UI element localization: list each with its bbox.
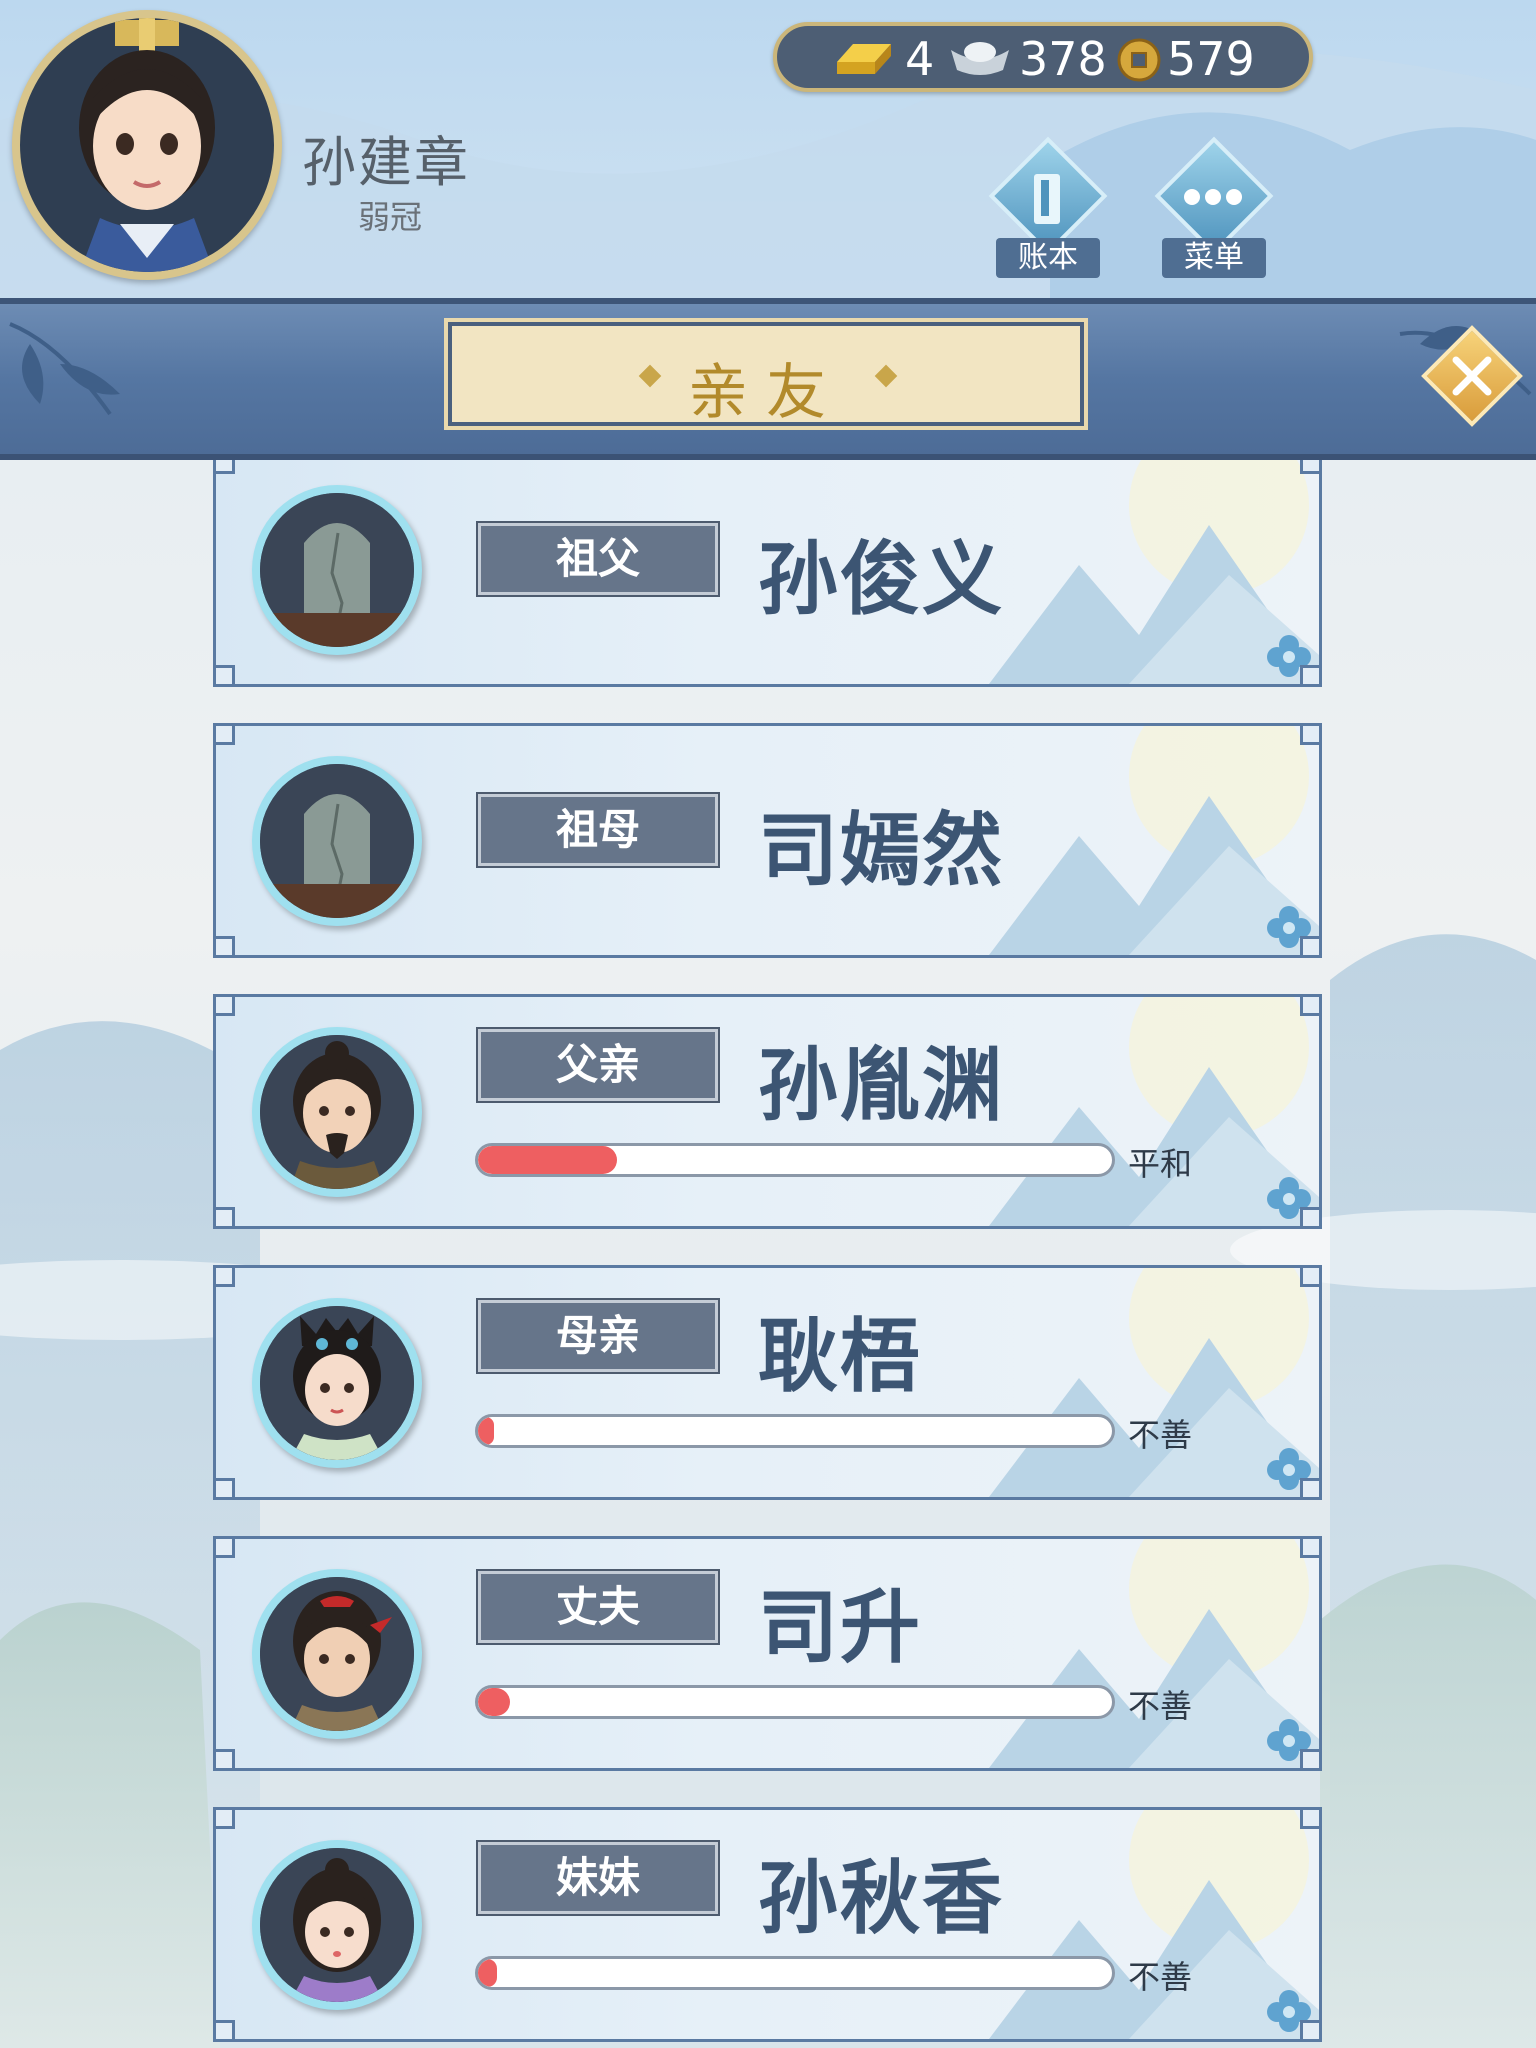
relative-card[interactable]: 祖母 司嫣然: [213, 723, 1322, 958]
relative-portrait: [252, 1027, 422, 1197]
relative-portrait: [252, 485, 422, 655]
relative-name: 耿梧: [758, 1310, 922, 1403]
relative-card[interactable]: 妹妹 孙秋香 不善: [213, 1807, 1322, 2042]
coin-count: 579: [1167, 32, 1255, 86]
relative-name: 司升: [758, 1581, 922, 1674]
affinity-bar-fill: [478, 1959, 498, 1987]
relative-name: 孙胤渊: [758, 1039, 1004, 1132]
panel-title-plate: 亲友: [444, 318, 1088, 430]
ledger-label: 账本: [996, 238, 1100, 278]
mountain-scenery: [989, 726, 1319, 955]
player-avatar[interactable]: [12, 10, 282, 280]
affinity-bar: [475, 1685, 1115, 1719]
woman-ornate-portrait-icon: [260, 1306, 414, 1460]
close-icon: [1452, 356, 1492, 396]
ledger-icon: [1034, 174, 1060, 224]
relative-card[interactable]: 祖父 孙俊义: [213, 452, 1322, 687]
relative-name: 孙俊义: [758, 533, 1004, 626]
relative-card[interactable]: 母亲 耿梧 不善: [213, 1265, 1322, 1500]
relative-card[interactable]: 父亲 孙胤渊 平和: [213, 994, 1322, 1229]
mountain-scenery: [989, 1268, 1319, 1497]
bamboo-leaf-decoration: [9, 322, 120, 416]
gold-count: 4: [905, 32, 935, 86]
relation-badge: 父亲: [476, 1027, 720, 1103]
relative-portrait: [252, 756, 422, 926]
relative-portrait: [252, 1569, 422, 1739]
affinity-bar-fill: [478, 1146, 618, 1174]
affinity-status: 不善: [1128, 1958, 1193, 1996]
gold-bar-icon: [837, 44, 891, 74]
more-dots-icon: [1184, 189, 1242, 205]
affinity-status: 平和: [1128, 1145, 1193, 1183]
silver-count: 378: [1019, 32, 1107, 86]
player-name: 孙建章: [302, 131, 470, 194]
girl-portrait-icon: [260, 1848, 414, 2002]
mountain-scenery: [989, 455, 1319, 684]
mountain-scenery: [989, 1539, 1319, 1768]
affinity-bar: [475, 1956, 1115, 1990]
affinity-bar: [475, 1143, 1115, 1177]
top-header: 孙建章 弱冠 4 378 579 账本 菜单: [0, 0, 1536, 300]
relative-portrait: [252, 1298, 422, 1468]
currency-bar: 4 378 579: [773, 22, 1313, 92]
relation-badge: 母亲: [476, 1298, 720, 1374]
panel-title: 亲友: [688, 358, 844, 428]
copper-coin-icon: [1117, 38, 1161, 82]
affinity-bar: [475, 1414, 1115, 1448]
affinity-bar-fill: [478, 1417, 494, 1445]
young-man-portrait-icon: [260, 1577, 414, 1731]
affinity-status: 不善: [1128, 1687, 1193, 1725]
relative-name: 司嫣然: [758, 804, 1004, 897]
mountain-scenery: [989, 997, 1319, 1226]
menu-button[interactable]: 菜单: [1148, 136, 1278, 280]
relation-badge: 祖母: [476, 792, 720, 868]
affinity-status: 不善: [1128, 1416, 1193, 1454]
relative-name: 孙秋香: [758, 1852, 1004, 1945]
menu-label: 菜单: [1162, 238, 1266, 278]
mountain-scenery: [989, 1810, 1319, 2039]
ledger-button[interactable]: 账本: [982, 136, 1112, 280]
close-button[interactable]: [1421, 325, 1523, 427]
tombstone-icon: [260, 764, 414, 918]
affinity-bar-fill: [478, 1688, 510, 1716]
man-beard-portrait-icon: [260, 1035, 414, 1189]
silver-ingot-icon: [951, 42, 1009, 75]
relation-badge: 丈夫: [476, 1569, 720, 1645]
tombstone-icon: [260, 493, 414, 647]
panel-title-bar: 亲友: [0, 298, 1536, 460]
player-age-title: 弱冠: [358, 198, 423, 236]
relative-portrait: [252, 1840, 422, 2010]
relative-card[interactable]: 丈夫 司升 不善: [213, 1536, 1322, 1771]
relation-badge: 祖父: [476, 521, 720, 597]
relation-badge: 妹妹: [476, 1840, 720, 1916]
